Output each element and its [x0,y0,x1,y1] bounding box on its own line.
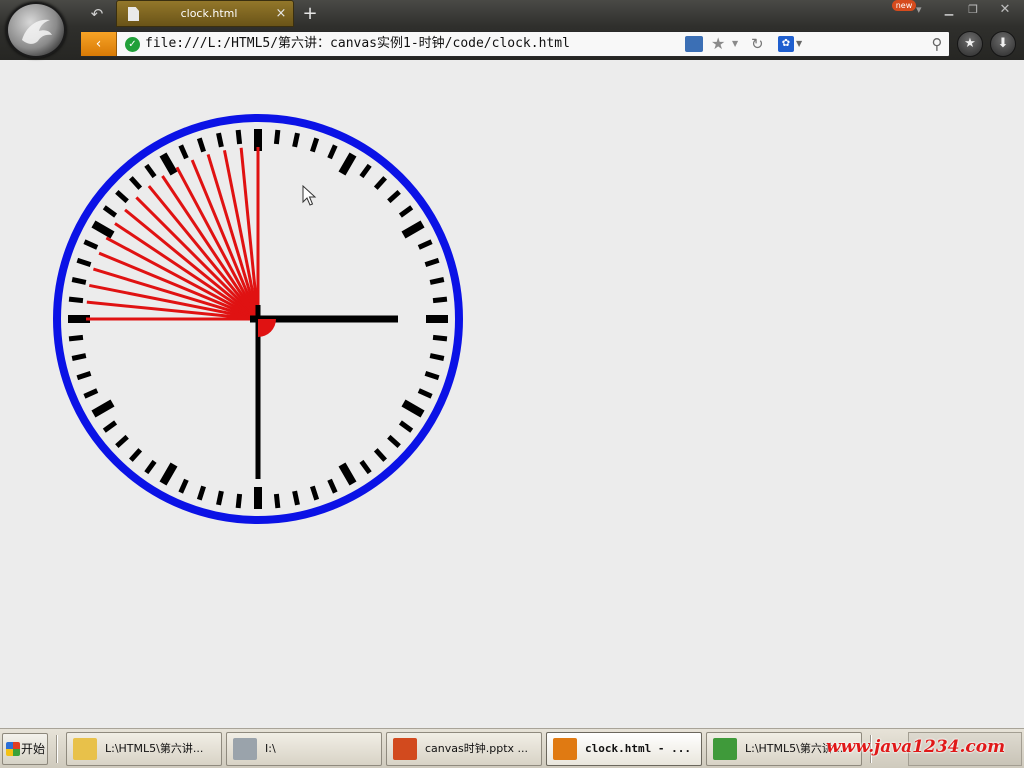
task-label: clock.html - ... [585,742,691,755]
bookmark-star-icon[interactable]: ★ [711,33,729,55]
minute-mark [429,353,445,361]
taskbar-item-browser[interactable]: clock.html - ... [546,732,702,766]
close-window-button[interactable]: ✕ [994,2,1016,18]
download-button[interactable]: ⬇ [990,31,1016,57]
minute-mark [68,296,84,304]
powerpoint-icon [393,738,417,760]
new-tab-button[interactable]: + [299,3,321,25]
start-button[interactable]: 开始 [2,733,48,765]
minute-mark [292,490,300,506]
taskbar-item-powerpoint[interactable]: canvas时钟.pptx ... [386,732,542,766]
minute-mark [68,334,84,342]
chevron-down-icon[interactable]: ▼ [796,33,806,55]
minute-mark [273,129,281,145]
undo-close-tab-icon[interactable]: ↶ [84,4,110,24]
minimize-button[interactable]: ▁ [938,2,960,18]
editor-icon [713,738,737,760]
minute-mark [235,493,243,509]
minute-mark [432,334,448,342]
search-engine-icon[interactable]: ✿ [778,36,794,52]
back-button[interactable]: ‹ [81,32,117,56]
refresh-icon[interactable]: ↻ [751,33,769,55]
clock-canvas [53,114,463,524]
start-label: 开始 [21,742,46,756]
minute-mark [216,490,224,506]
task-label: I:\ [265,742,276,755]
tab-close-icon[interactable]: × [273,5,289,23]
search-icon[interactable]: ⚲ [927,33,947,55]
page-icon [128,7,139,21]
minute-mark [432,296,448,304]
watermark-text: www.java1234.com [826,737,1006,757]
minute-mark [273,493,281,509]
taskbar-divider [56,735,58,763]
browser-logo-icon[interactable] [6,2,66,58]
drive-icon [233,738,257,760]
chevron-down-icon[interactable]: ▼ [732,33,742,55]
browser-toolbar: ↶ clock.html × + new ▾ ▁ ❐ ✕ ‹ ✓ file://… [0,0,1024,60]
task-label: canvas时钟.pptx ... [425,742,529,755]
address-text[interactable]: file:///L:/HTML5/第六讲：canvas实例1-时钟/code/c… [145,32,570,56]
taskbar-item-folder[interactable]: L:\HTML5\第六讲... [66,732,222,766]
minute-mark [292,132,300,148]
tab-title: clock.html [180,7,238,20]
minute-mark [235,129,243,145]
address-bar[interactable]: ‹ ✓ file:///L:/HTML5/第六讲：canvas实例1-时钟/co… [80,31,950,57]
restore-button[interactable]: ❐ [962,2,984,18]
taskbar: 开始 L:\HTML5\第六讲... I:\ canvas时钟.pptx ...… [0,728,1024,768]
new-badge[interactable]: new [892,0,916,11]
security-check-icon[interactable]: ✓ [125,37,140,52]
minute-mark [429,277,445,285]
minute-mark [71,277,87,285]
windows-logo-icon [6,742,20,756]
tab-clock-html[interactable]: clock.html × [116,0,294,27]
search-input[interactable] [809,34,921,54]
folder-icon [73,738,97,760]
skin-icon[interactable]: ▾ [916,4,930,16]
task-label: L:\HTML5\第六讲... [105,742,204,755]
minute-mark [216,132,224,148]
compat-mode-icon[interactable] [685,36,703,52]
minute-mark [71,353,87,361]
browser-icon [553,738,577,760]
mouse-cursor-icon [302,185,317,206]
taskbar-item-drive[interactable]: I:\ [226,732,382,766]
favorites-button[interactable]: ★ [957,31,983,57]
